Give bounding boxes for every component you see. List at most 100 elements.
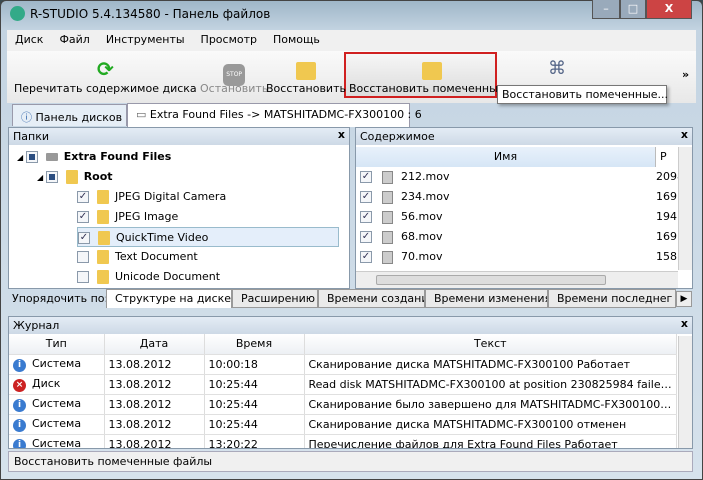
file-checkbox[interactable]: ✓ <box>360 171 372 183</box>
file-name: 56.mov <box>401 210 443 223</box>
binoculars-icon[interactable]: ⌘ <box>548 58 566 79</box>
tab-extra-found-files[interactable]: ▭ Extra Found Files -> MATSHITADMC-FX300… <box>127 103 422 127</box>
info-icon: i <box>13 358 26 372</box>
file-checkbox[interactable]: ✓ <box>360 211 372 223</box>
sort-tabs-scroll-right[interactable]: ▶ <box>676 291 692 307</box>
log-time: 10:00:18 <box>204 354 305 375</box>
folder-tree-item[interactable]: Text Document <box>77 247 198 267</box>
journal-close-button[interactable]: x <box>681 317 688 330</box>
sort-option[interactable]: Времени изменения <box>425 289 548 308</box>
contents-horizontal-scrollbar[interactable] <box>356 271 678 288</box>
log-type: Система <box>32 416 82 430</box>
video-file-icon <box>382 190 393 204</box>
column-text[interactable]: Текст <box>304 334 677 355</box>
close-button[interactable]: X <box>646 0 692 19</box>
folder-tree-item[interactable]: Unicode Document <box>77 267 220 287</box>
menu-bar: Диск Файл Инструменты Просмотр Помощь <box>7 30 696 51</box>
file-size: 169. <box>656 230 680 243</box>
journal-table: Тип Дата Время Текст i Система 13.08.2012 1… <box>9 334 677 448</box>
column-date[interactable]: Дата <box>104 334 205 355</box>
recover-folder-icon <box>266 56 346 82</box>
file-row[interactable]: ✓ 70.mov 158. <box>360 247 680 267</box>
sort-option[interactable]: Структуре на диске <box>106 289 232 308</box>
journal-header: Журнал x <box>9 317 692 334</box>
column-name-header[interactable]: Имя <box>356 147 656 167</box>
folders-close-button[interactable]: x <box>338 128 345 141</box>
disk-panel-icon: ⓘ <box>21 111 36 124</box>
log-text: Сканирование диска MATSHITADMC-FX300100 … <box>304 354 677 375</box>
journal-scrollbar[interactable] <box>678 336 692 448</box>
column-type[interactable]: Тип <box>9 334 105 355</box>
log-date: 13.08.2012 <box>104 354 205 375</box>
file-row[interactable]: ✓ 68.mov 169. <box>360 227 680 247</box>
file-size: 194. <box>656 210 680 223</box>
folder-checkbox[interactable] <box>45 171 58 183</box>
error-icon: × <box>13 378 26 392</box>
info-icon: i <box>13 418 26 432</box>
file-row[interactable]: ✓ 234.mov 169 <box>360 187 678 207</box>
folder-checkbox[interactable]: ✓ <box>77 191 89 203</box>
stop-button[interactable]: STOP Остановить <box>200 56 268 95</box>
sort-option[interactable]: Времени создания <box>318 289 425 308</box>
contents-vertical-scrollbar[interactable] <box>678 147 692 270</box>
refresh-icon: ⟳ <box>96 57 114 81</box>
journal-row[interactable]: × Диск 13.08.2012 10:25:44 Read disk MATSHIT… <box>9 374 677 395</box>
journal-row[interactable]: i Система 13.08.2012 13:20:22 Перечисление ф… <box>9 434 677 448</box>
folder-checkbox[interactable] <box>77 251 89 263</box>
log-time: 10:25:44 <box>204 394 305 415</box>
file-checkbox[interactable]: ✓ <box>360 191 372 203</box>
info-icon: i <box>13 438 26 448</box>
folder-tree-item[interactable]: ◢ Extra Found Files <box>17 147 171 167</box>
sort-option[interactable]: Времени последнег <box>548 289 676 308</box>
journal-row[interactable]: i Система 13.08.2012 10:25:44 Сканирование д… <box>9 414 677 435</box>
log-type: Система <box>32 396 82 410</box>
drive-icon: ▭ <box>136 108 150 121</box>
folder-label: Extra Found Files <box>63 150 172 163</box>
folder-checkbox[interactable] <box>25 151 38 163</box>
journal-pane: Журнал x Тип Дата Время Текст i Система 13.… <box>8 316 693 449</box>
folder-checkbox[interactable]: ✓ <box>77 211 89 223</box>
expand-arrow-icon[interactable]: ◢ <box>17 153 26 162</box>
journal-title: Журнал <box>13 319 60 332</box>
journal-row[interactable]: i Система 13.08.2012 10:00:18 Сканирование д… <box>9 354 677 375</box>
log-date: 13.08.2012 <box>104 374 205 395</box>
journal-row[interactable]: i Система 13.08.2012 10:25:44 Сканирование б… <box>9 394 677 415</box>
tooltip: Восстановить помеченные... <box>497 85 668 104</box>
file-row[interactable]: ✓ 212.mov 2098 <box>360 167 680 187</box>
folder-tree-item[interactable]: ✓ JPEG Digital Camera <box>77 187 226 207</box>
file-name: 70.mov <box>401 250 443 263</box>
recover-marked-button[interactable]: Восстановить помеченные... <box>349 56 515 95</box>
reread-button[interactable]: ⟳ Перечитать содержимое диска <box>14 56 197 95</box>
log-type: Система <box>32 356 82 370</box>
video-file-icon <box>382 170 393 184</box>
folder-tree-item[interactable]: ◢ Root <box>37 167 113 187</box>
folder-tree-item[interactable]: ✓ QuickTime Video <box>77 227 339 247</box>
folder-checkbox[interactable]: ✓ <box>78 232 90 244</box>
tab-disk-panel[interactable]: ⓘ Панель дисков <box>12 104 127 126</box>
file-row[interactable]: ✓ 56.mov 194. <box>360 207 680 227</box>
app-logo-icon <box>10 6 25 21</box>
menu-disk[interactable]: Диск <box>7 30 51 51</box>
menu-view[interactable]: Просмотр <box>193 30 265 51</box>
column-time[interactable]: Время <box>204 334 305 355</box>
folder-label: JPEG Image <box>115 210 179 223</box>
minimize-button[interactable]: – <box>592 0 620 19</box>
maximize-button[interactable]: □ <box>620 0 646 19</box>
folder-tree-item[interactable]: ✓ JPEG Image <box>77 207 178 227</box>
folder-checkbox[interactable] <box>77 271 89 283</box>
file-checkbox[interactable]: ✓ <box>360 251 372 263</box>
menu-help[interactable]: Помощь <box>265 30 328 51</box>
contents-close-button[interactable]: x <box>681 128 688 141</box>
log-time: 13:20:22 <box>204 434 305 448</box>
menu-tools[interactable]: Инструменты <box>98 30 193 51</box>
column-size-header[interactable]: Р <box>656 147 678 167</box>
video-file-icon <box>382 250 393 264</box>
contents-header: Содержимое x <box>356 128 692 145</box>
file-checkbox[interactable]: ✓ <box>360 231 372 243</box>
expand-arrow-icon[interactable]: ◢ <box>37 173 46 182</box>
recover-button[interactable]: Восстановить <box>266 56 346 95</box>
log-time: 10:25:44 <box>204 374 305 395</box>
menu-file[interactable]: Файл <box>51 30 97 51</box>
toolbar-overflow-button[interactable]: » <box>682 68 689 81</box>
sort-option[interactable]: Расширению <box>232 289 318 308</box>
